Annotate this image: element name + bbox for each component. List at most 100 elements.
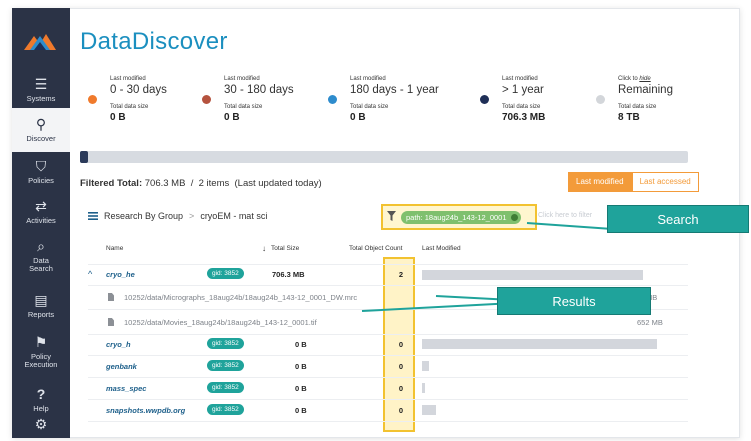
bucket-30-180-days[interactable]: Last modified 30 - 180 days Total data s… <box>202 76 332 136</box>
bucket-remaining[interactable]: Click to hide Remaining Total data size … <box>596 76 726 136</box>
search-callout: Search <box>607 205 749 233</box>
bucket-size-caption: Total data size <box>224 104 263 110</box>
filter-box[interactable]: path: 18aug24b_143-12_0001 <box>381 204 537 230</box>
row-divider <box>88 285 688 286</box>
table-row-count: 2 <box>398 270 404 279</box>
bucket-size-caption: Total data size <box>110 104 149 110</box>
bucket-size: 706.3 MB <box>502 112 546 123</box>
table-row-name[interactable]: cryo_he <box>106 270 135 279</box>
table-row-count: 0 <box>398 406 404 415</box>
table-row-size: 0 B <box>295 362 307 371</box>
bucket-over-1-year[interactable]: Last modified > 1 year Total data size 7… <box>480 76 610 136</box>
legend-dot-icon <box>328 95 337 104</box>
bucket-size: 0 B <box>350 112 366 123</box>
bucket-caption: Last modified <box>502 76 538 82</box>
bucket-range: 30 - 180 days <box>224 84 294 96</box>
last-modified-bar <box>422 270 643 280</box>
bucket-caption: Last modified <box>350 76 386 82</box>
sidebar-item-reports[interactable]: ▤ Reports <box>12 284 70 328</box>
gid-badge: gid: 3852 <box>207 268 244 279</box>
row-divider <box>88 334 688 335</box>
page-title: DataDiscover <box>80 28 228 55</box>
bucket-size-caption: Total data size <box>618 104 657 110</box>
logo-icon <box>24 34 56 50</box>
sidebar-item-label: Systems <box>26 94 56 104</box>
bucket-size: 0 B <box>110 112 126 123</box>
age-buckets: Last modified 0 - 30 days Total data siz… <box>88 76 708 136</box>
gear-icon: ⚙ <box>34 415 48 432</box>
table-row-size: 0 B <box>295 340 307 349</box>
filter-chip-label: path: 18aug24b_143-12_0001 <box>406 213 507 222</box>
remove-filter-icon[interactable] <box>510 214 518 221</box>
filter-chip[interactable]: path: 18aug24b_143-12_0001 <box>401 211 521 224</box>
bucket-size-caption: Total data size <box>350 104 389 110</box>
header-name[interactable]: Name <box>106 245 123 252</box>
legend-dot-icon <box>88 95 97 104</box>
filter-hint: Click here to filter <box>538 212 593 219</box>
bucket-range: 180 days - 1 year <box>350 84 439 96</box>
sidebar-item-label: Reports <box>27 310 55 320</box>
sidebar-item-activities[interactable]: ⇄ Activities <box>12 190 70 234</box>
bucket-caption: Last modified <box>224 76 260 82</box>
bucket-range: 0 - 30 days <box>110 84 167 96</box>
breadcrumb-current: cryoEM - mat sci <box>200 211 268 221</box>
sidebar-item-label: Policies <box>28 176 54 186</box>
row-divider <box>88 355 688 356</box>
help-icon: ? <box>36 385 46 402</box>
bucket-caption: Click to hide <box>618 76 651 82</box>
hide-link[interactable]: hide <box>639 76 650 82</box>
table-row-size: 0 B <box>295 406 307 415</box>
last-modified-button[interactable]: Last modified <box>568 172 632 192</box>
gid-badge: gid: 3852 <box>207 382 244 393</box>
search-icon: ⌕ <box>37 237 45 254</box>
file-size: 652 MB <box>637 318 663 327</box>
sidebar-item-discover[interactable]: ⚲ Discover <box>12 108 70 152</box>
bucket-caption-prefix: Click to <box>618 76 640 82</box>
usage-bar-fill <box>80 151 88 163</box>
bucket-range: Remaining <box>618 84 673 96</box>
sidebar: ☰ Systems ⚲ Discover ⛉ Policies ⇄ Activi… <box>12 8 70 438</box>
file-path[interactable]: 10252/data/Micrographs_18aug24b/18aug24b… <box>124 293 357 302</box>
breadcrumb-root[interactable]: Research By Group <box>104 211 183 221</box>
header-modified[interactable]: Last Modified <box>422 245 461 252</box>
results-callout: Results <box>497 287 651 315</box>
sidebar-item-label: Policy Execution <box>24 351 58 370</box>
sidebar-item-policy-execution[interactable]: ⚑ Policy Execution <box>12 330 70 374</box>
table-row-name[interactable]: cryo_h <box>106 340 131 349</box>
bucket-180-days-1-year[interactable]: Last modified 180 days - 1 year Total da… <box>328 76 458 136</box>
header-divider <box>88 264 688 265</box>
last-accessed-button[interactable]: Last accessed <box>631 172 699 192</box>
table-row-name[interactable]: genbank <box>106 362 137 371</box>
gid-badge: gid: 3852 <box>207 360 244 371</box>
sidebar-item-label: Data Search <box>29 255 53 274</box>
sort-down-icon: ↓ <box>262 244 266 253</box>
sidebar-item-systems[interactable]: ☰ Systems <box>12 68 70 112</box>
legend-dot-icon <box>480 95 489 104</box>
file-path[interactable]: 10252/data/Movies_18aug24b/18aug24b_143-… <box>124 318 317 327</box>
sidebar-item-data-search[interactable]: ⌕ Data Search <box>12 234 70 278</box>
collapse-icon[interactable]: ^ <box>88 269 92 279</box>
sidebar-item-settings[interactable]: ⚙ <box>12 414 70 438</box>
header-size[interactable]: ↓ Total Size <box>262 244 299 253</box>
run-icon: ⚑ <box>34 333 48 350</box>
header-count[interactable]: Total Object Count <box>349 245 402 252</box>
table-row-count: 0 <box>398 362 404 371</box>
bucket-0-30-days[interactable]: Last modified 0 - 30 days Total data siz… <box>88 76 218 136</box>
server-icon: ☰ <box>34 75 48 92</box>
sidebar-item-policies[interactable]: ⛉ Policies <box>12 150 70 194</box>
table-row-name[interactable]: mass_spec <box>106 384 146 393</box>
breadcrumb: Research By Group > cryoEM - mat sci <box>88 211 267 221</box>
table-row-name[interactable]: snapshots.wwpdb.org <box>106 406 185 415</box>
discover-icon: ⚲ <box>35 115 47 132</box>
last-modified-bar <box>422 383 425 393</box>
last-modified-bar <box>422 361 429 371</box>
sidebar-item-label: Discover <box>26 134 56 144</box>
table-row-size: 706.3 MB <box>272 270 305 279</box>
breadcrumb-separator: > <box>189 211 195 221</box>
usage-bar <box>80 151 688 163</box>
bucket-caption: Last modified <box>110 76 146 82</box>
filtered-total-label: Filtered Total: <box>80 178 143 189</box>
filter-icon <box>387 211 396 221</box>
gid-badge: gid: 3852 <box>207 404 244 415</box>
legend-dot-icon <box>596 95 605 104</box>
